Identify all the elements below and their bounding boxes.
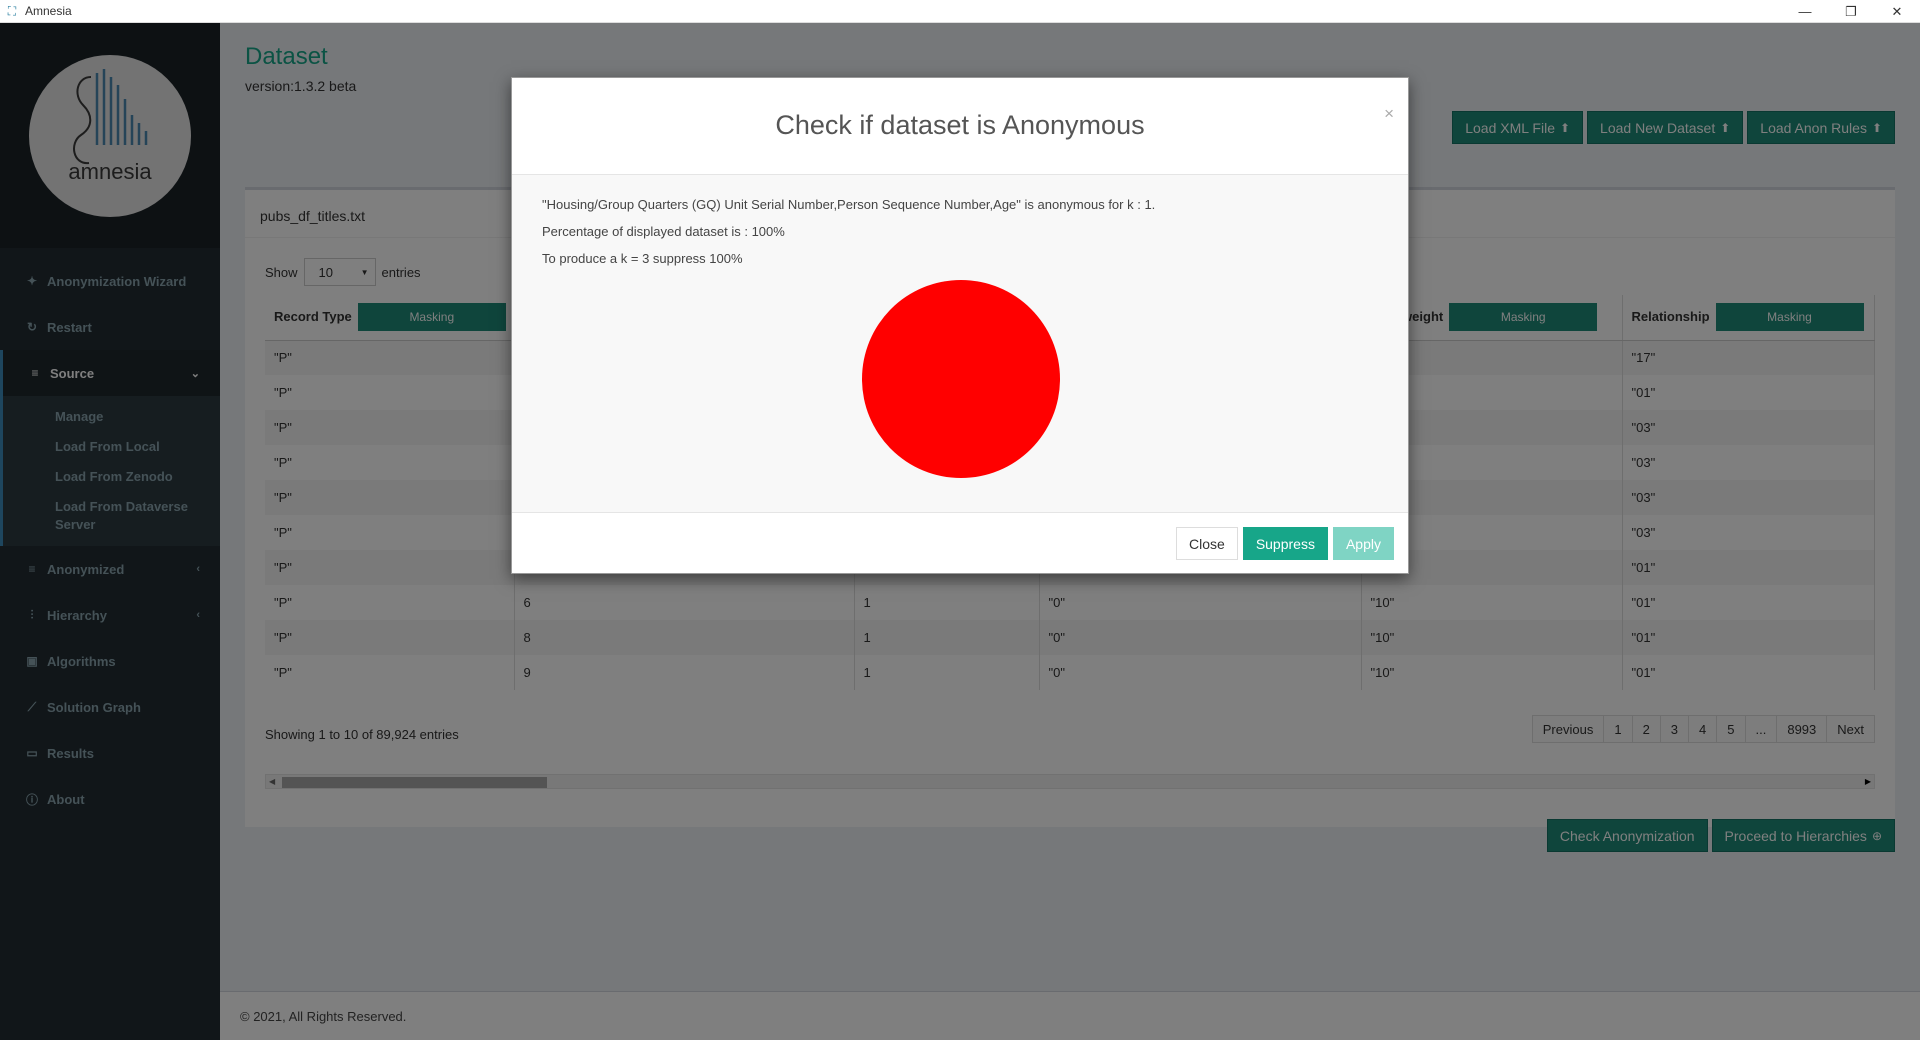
window-controls: — ❐ ✕ xyxy=(1782,0,1920,23)
pie-chart xyxy=(862,280,1060,478)
app-icon: ⛶ xyxy=(7,3,17,18)
modal-title: Check if dataset is Anonymous xyxy=(775,110,1145,140)
modal-backdrop[interactable]: Check if dataset is Anonymous × "Housing… xyxy=(0,23,1920,1040)
suppress-text: To produce a k = 3 suppress 100% xyxy=(542,251,743,266)
window-title: Amnesia xyxy=(25,4,72,18)
anonymity-check-modal: Check if dataset is Anonymous × "Housing… xyxy=(511,77,1409,574)
minimize-button[interactable]: — xyxy=(1782,0,1828,23)
pie-slice xyxy=(862,280,1060,478)
close-button[interactable]: Close xyxy=(1176,527,1238,560)
modal-body: "Housing/Group Quarters (GQ) Unit Serial… xyxy=(512,175,1408,512)
apply-button[interactable]: Apply xyxy=(1332,527,1394,560)
window-titlebar: ⛶ Amnesia — ❐ ✕ xyxy=(0,0,1920,23)
close-window-button[interactable]: ✕ xyxy=(1874,0,1920,23)
close-icon[interactable]: × xyxy=(1384,104,1394,124)
restore-button[interactable]: ❐ xyxy=(1828,0,1874,23)
modal-header: Check if dataset is Anonymous × xyxy=(512,78,1408,175)
suppress-button[interactable]: Suppress xyxy=(1242,527,1328,560)
modal-footer: Close Suppress Apply xyxy=(512,512,1408,574)
percentage-text: Percentage of displayed dataset is : 100… xyxy=(542,224,785,239)
anonymity-result-text: "Housing/Group Quarters (GQ) Unit Serial… xyxy=(542,197,1156,212)
